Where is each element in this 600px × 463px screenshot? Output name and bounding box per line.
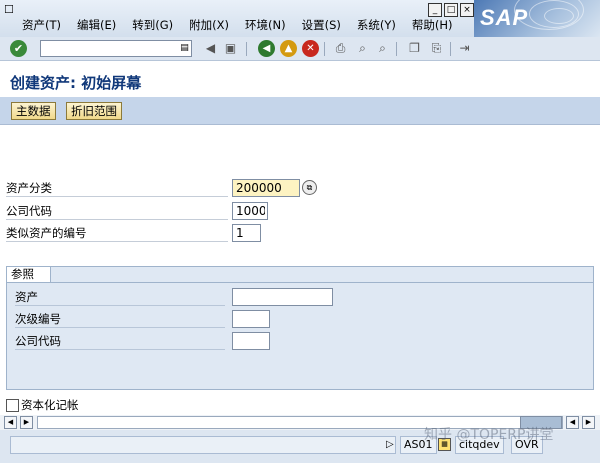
save-icon[interactable]: ▣ bbox=[222, 40, 239, 57]
standard-toolbar: ✔ ▤ ◀ ▣ ◀ ▲ ✕ ⎙ ⌕ ⌕ ❐ ⎘ ⇥ bbox=[0, 37, 600, 61]
enter-icon[interactable]: ✔ bbox=[10, 40, 27, 57]
help-icon[interactable]: ⇥ bbox=[456, 40, 473, 57]
similar-assets-label: 类似资产的编号 bbox=[6, 224, 228, 242]
find-next-icon[interactable]: ⌕ bbox=[374, 40, 391, 57]
find-icon[interactable]: ⌕ bbox=[354, 40, 371, 57]
work-area: 资产分类 ⧉ 公司代码 类似资产的编号 参照 资产 次级编号 公司代码 资本化记… bbox=[0, 125, 600, 415]
menu-list: 资产(T) 编辑(E) 转到(G) 附加(X) 环境(N) 设置(S) 系统(Y… bbox=[22, 17, 468, 33]
reference-group-title: 参照 bbox=[7, 267, 51, 283]
ref-asset-input[interactable] bbox=[232, 288, 333, 306]
back-icon[interactable]: ◀ bbox=[258, 40, 275, 57]
ref-subnumber-label: 次级编号 bbox=[15, 310, 225, 328]
sap-logo-text: SAP bbox=[480, 5, 529, 30]
system-menu-icon[interactable]: ☐ bbox=[4, 3, 18, 17]
depreciation-areas-button[interactable]: 折旧范围 bbox=[66, 102, 122, 120]
status-expand-icon[interactable]: ▷ bbox=[386, 436, 394, 454]
sap-logo: SAP bbox=[474, 0, 600, 37]
shortcut-icon[interactable]: ⎘ bbox=[428, 40, 445, 57]
menu-help[interactable]: 帮助(H) bbox=[412, 17, 453, 33]
history-icon[interactable]: ▤ bbox=[178, 40, 191, 57]
scroll-prev-icon[interactable]: ◀ bbox=[566, 416, 579, 429]
new-session-icon[interactable]: ❐ bbox=[406, 40, 423, 57]
scroll-right-small-icon[interactable]: ▶ bbox=[20, 416, 33, 429]
capitalization-label: 资本化记帐 bbox=[21, 398, 79, 412]
asset-class-label: 资产分类 bbox=[6, 179, 228, 197]
window-controls: _ □ × bbox=[428, 3, 474, 17]
capitalization-row: 资本化记帐 bbox=[6, 397, 79, 413]
title-area: 创建资产: 初始屏幕 bbox=[0, 62, 600, 97]
master-data-button[interactable]: 主数据 bbox=[11, 102, 56, 120]
exit-icon[interactable]: ▲ bbox=[280, 40, 297, 57]
ref-company-code-input[interactable] bbox=[232, 332, 270, 350]
maximize-icon[interactable]: □ bbox=[444, 3, 458, 17]
menu-edit[interactable]: 编辑(E) bbox=[77, 17, 116, 33]
menu-asset[interactable]: 资产(T) bbox=[22, 17, 61, 33]
cancel-icon[interactable]: ✕ bbox=[302, 40, 319, 57]
menu-extras[interactable]: 附加(X) bbox=[189, 17, 229, 33]
asset-class-input[interactable] bbox=[232, 179, 300, 197]
similar-assets-input[interactable] bbox=[232, 224, 261, 242]
capitalization-checkbox[interactable] bbox=[6, 398, 19, 412]
menu-bar: ☐ 资产(T) 编辑(E) 转到(G) 附加(X) 环境(N) 设置(S) 系统… bbox=[0, 0, 600, 37]
value-help-icon[interactable]: ⧉ bbox=[302, 180, 317, 195]
application-toolbar: 主数据 折旧范围 bbox=[0, 97, 600, 125]
company-code-input[interactable] bbox=[232, 202, 268, 220]
ref-subnumber-input[interactable] bbox=[232, 310, 270, 328]
minimize-icon[interactable]: _ bbox=[428, 3, 442, 17]
scroll-next-icon[interactable]: ▶ bbox=[582, 416, 595, 429]
status-message bbox=[10, 436, 396, 454]
close-icon[interactable]: × bbox=[460, 3, 474, 17]
scroll-left-icon[interactable]: ◀ bbox=[4, 416, 17, 429]
menu-settings[interactable]: 设置(S) bbox=[302, 17, 341, 33]
reference-group: 参照 资产 次级编号 公司代码 bbox=[6, 266, 594, 390]
ref-asset-label: 资产 bbox=[15, 288, 225, 306]
menu-goto[interactable]: 转到(G) bbox=[132, 17, 173, 33]
ref-company-code-label: 公司代码 bbox=[15, 332, 225, 350]
command-field[interactable] bbox=[40, 40, 192, 57]
print-icon[interactable]: ⎙ bbox=[332, 40, 349, 57]
menu-environment[interactable]: 环境(N) bbox=[245, 17, 286, 33]
watermark: 知乎 @TOPERP讲堂 bbox=[424, 427, 554, 443]
company-code-label: 公司代码 bbox=[6, 202, 228, 220]
page-title: 创建资产: 初始屏幕 bbox=[10, 74, 142, 92]
menu-system[interactable]: 系统(Y) bbox=[357, 17, 396, 33]
back-arrow-icon[interactable]: ◀ bbox=[202, 40, 219, 57]
